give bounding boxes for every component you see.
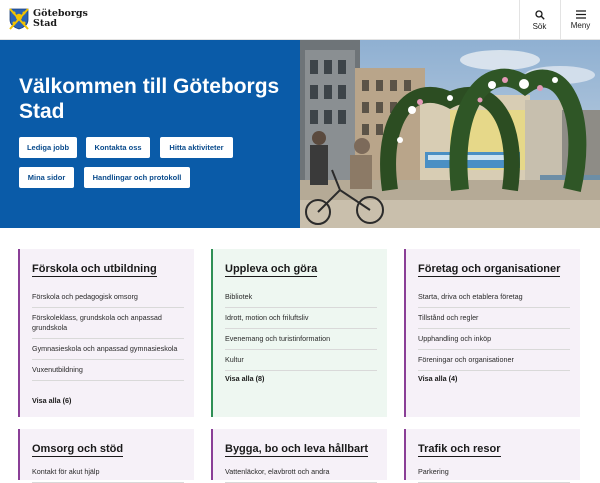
list-item[interactable]: Kultur [225, 350, 377, 371]
card-education: Förskola och utbildning Förskola och ped… [18, 249, 194, 417]
list-item[interactable]: Starta, driva och etablera företag [418, 287, 570, 308]
quick-link-contact[interactable]: Kontakta oss [86, 137, 150, 158]
list-item[interactable]: Vuxenutbildning [32, 360, 184, 381]
list-item[interactable]: Föreningar och organisationer [418, 350, 570, 371]
card-list: Bibliotek Idrott, motion och friluftsliv… [225, 287, 377, 371]
hero-title: Välkommen till Göteborgs Stad [19, 75, 280, 123]
list-item[interactable]: Tillstånd och regler [418, 308, 570, 329]
menu-button[interactable]: Meny [560, 0, 600, 40]
hamburger-icon [575, 10, 586, 19]
list-item[interactable]: Förskola och pedagogisk omsorg [32, 287, 184, 308]
list-item[interactable]: Upphandling och inköp [418, 329, 570, 350]
search-button[interactable]: Sök [519, 0, 559, 40]
search-label: Sök [532, 21, 547, 31]
quick-link-documents[interactable]: Handlingar och protokoll [84, 167, 190, 188]
show-all-link[interactable]: Visa alla (6) [32, 396, 71, 405]
card-title[interactable]: Omsorg och stöd [32, 443, 124, 457]
list-item[interactable]: Idrott, motion och friluftsliv [225, 308, 377, 329]
hero: Välkommen till Göteborgs Stad Lediga job… [0, 40, 600, 228]
quick-link-activities[interactable]: Hitta aktiviteter [160, 137, 233, 158]
list-item[interactable]: Evenemang och turistinformation [225, 329, 377, 350]
logo-line2: Stad [33, 18, 58, 29]
quick-link-my-pages[interactable]: Mina sidor [19, 167, 74, 188]
card-housing: Bygga, bo och leva hållbart Vattenläckor… [211, 429, 387, 483]
card-list: Starta, driva och etablera företag Tills… [418, 287, 570, 371]
menu-label: Meny [570, 21, 591, 30]
hero-panel: Välkommen till Göteborgs Stad Lediga job… [0, 40, 300, 228]
card-title[interactable]: Företag och organisationer [418, 263, 561, 277]
show-all-link[interactable]: Visa alla (8) [225, 374, 264, 383]
list-item[interactable]: Förskoleklass, grundskola och anpassad g… [32, 308, 184, 339]
hero-image [300, 40, 600, 228]
logo-text: Göteborgs Stad [33, 9, 88, 29]
site-logo[interactable]: Göteborgs Stad [9, 8, 88, 30]
quick-link-jobs[interactable]: Lediga jobb [19, 137, 77, 158]
card-title[interactable]: Trafik och resor [418, 443, 501, 457]
card-business: Företag och organisationer Starta, driva… [404, 249, 580, 417]
card-traffic: Trafik och resor Parkering [404, 429, 580, 483]
card-title[interactable]: Bygga, bo och leva hållbart [225, 443, 369, 457]
site-header: Göteborgs Stad Sök Meny [0, 0, 600, 40]
card-title[interactable]: Uppleva och göra [225, 263, 318, 277]
list-item[interactable]: Bibliotek [225, 287, 377, 308]
card-care: Omsorg och stöd Kontakt för akut hjälp [18, 429, 194, 483]
card-title[interactable]: Förskola och utbildning [32, 263, 157, 277]
show-all-link[interactable]: Visa alla (4) [418, 374, 457, 383]
card-leisure: Uppleva och göra Bibliotek Idrott, motio… [211, 249, 387, 417]
crest-icon [9, 8, 29, 30]
card-list: Förskola och pedagogisk omsorg Förskolek… [32, 287, 184, 381]
list-item[interactable]: Gymnasieskola och anpassad gymnasieskola [32, 339, 184, 360]
search-icon [534, 9, 545, 20]
